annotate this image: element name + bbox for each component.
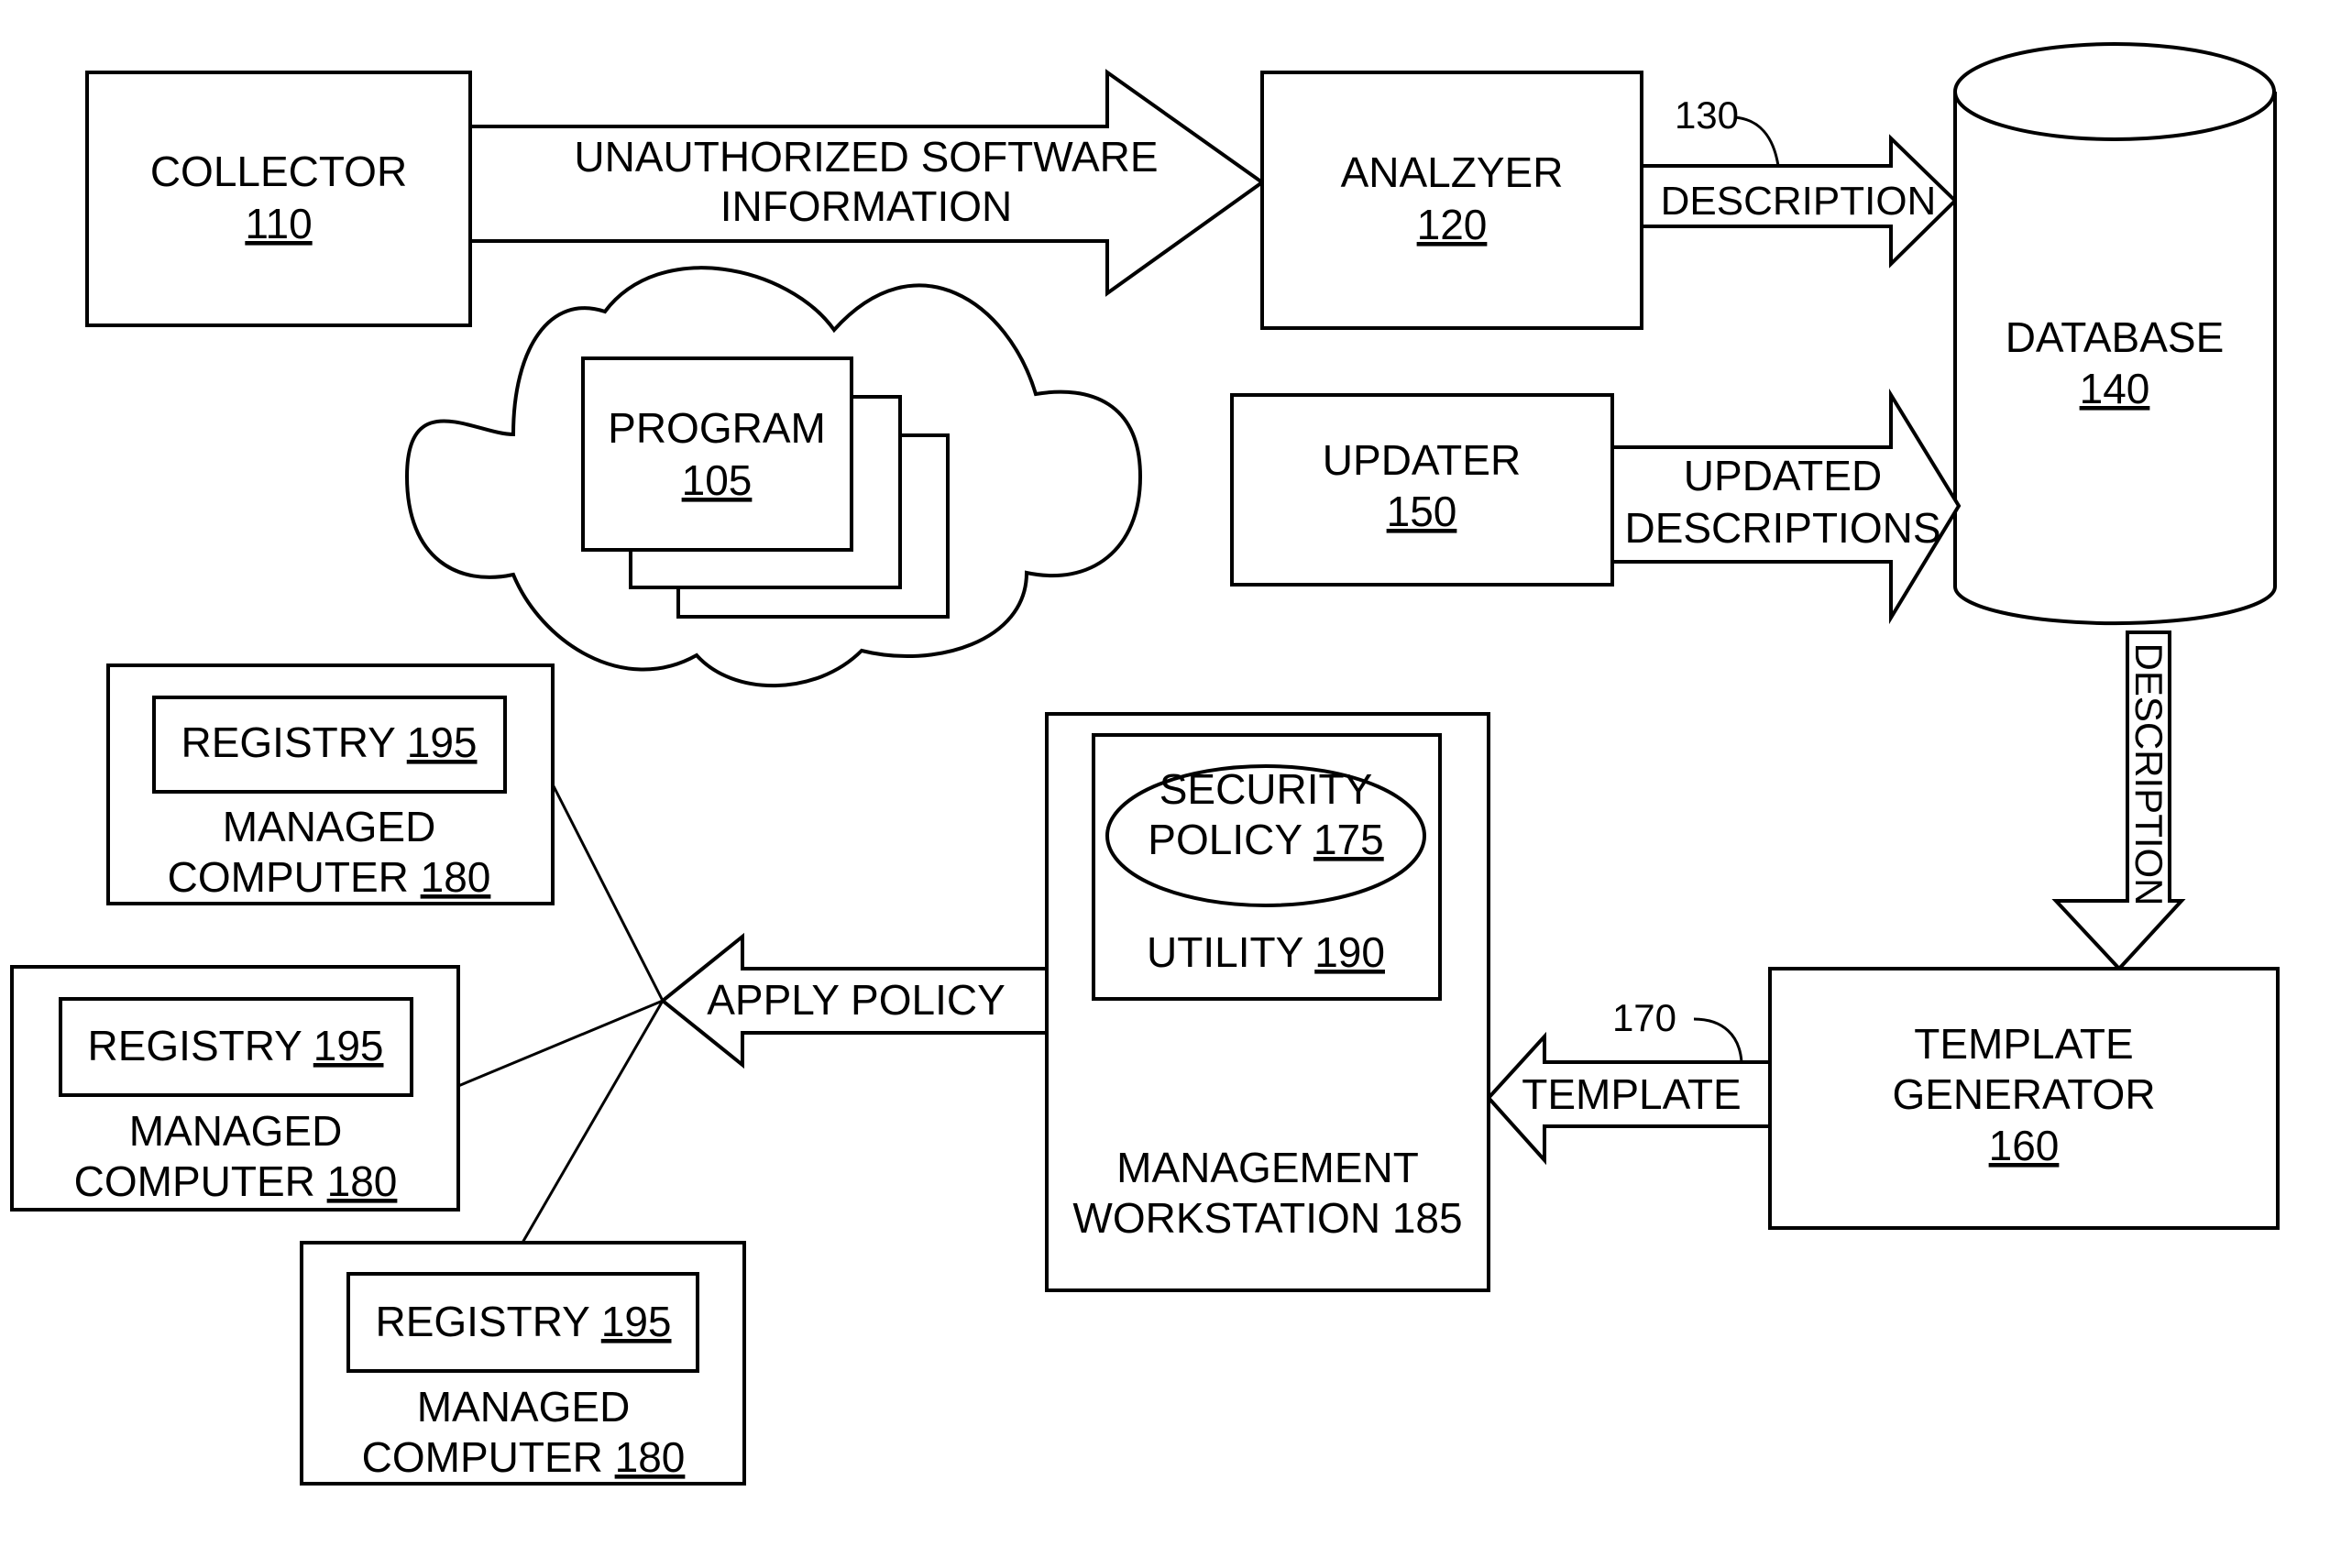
updater-ref: 150: [1387, 488, 1457, 535]
updated-descriptions-label-2: DESCRIPTIONS: [1624, 504, 1940, 552]
program-page-front: [581, 356, 853, 552]
managed-computer-2: REGISTRY 195 MANAGED COMPUTER 180: [10, 965, 460, 1212]
template-generator-ref: 160: [1989, 1122, 2060, 1169]
template-generator-label-2: GENERATOR: [1892, 1070, 2155, 1118]
description-down-arrow: DESCRIPTION: [2051, 630, 2186, 971]
management-workstation-label-1: MANAGEMENT: [1116, 1144, 1419, 1191]
apply-policy-label: APPLY POLICY: [707, 976, 1006, 1024]
ref-130: 130: [1675, 93, 1739, 137]
collector-node: COLLECTOR 110: [85, 71, 472, 327]
analyzer-ref: 120: [1417, 201, 1488, 248]
template-arrow-label: TEMPLATE: [1522, 1070, 1741, 1118]
collector-ref: 110: [245, 200, 312, 247]
updater-node: UPDATER 150: [1230, 393, 1614, 587]
program-stack: PROGRAM 105: [581, 356, 950, 619]
template-generator-label-1: TEMPLATE: [1914, 1020, 2133, 1068]
database-node: DATABASE 140: [1953, 42, 2277, 626]
ref-170: 170: [1612, 996, 1676, 1039]
registry-label: REGISTRY 195: [181, 718, 477, 766]
managed-computer-label-1: MANAGED: [129, 1107, 343, 1155]
managed-computer-1: REGISTRY 195 MANAGED COMPUTER 180: [106, 663, 555, 905]
program-label: PROGRAM: [608, 404, 826, 452]
template-arrow-170: TEMPLATE 170: [1486, 996, 1772, 1166]
leader-line-170: [1693, 1017, 1743, 1063]
analyzer-node: ANALZYER 120: [1260, 71, 1643, 330]
managed-computer-label-1: MANAGED: [223, 803, 436, 850]
patent-diagram: COLLECTOR 110 UNAUTHORIZED SOFTWARE INFO…: [10, 42, 2280, 1486]
updater-label: UPDATER: [1323, 436, 1521, 484]
database-label: DATABASE: [2006, 313, 2225, 361]
collector-label: COLLECTOR: [150, 148, 407, 195]
template-generator-node: TEMPLATE GENERATOR 160: [1768, 967, 2280, 1230]
unauthorized-info-arrow: UNAUTHORIZED SOFTWARE INFORMATION: [468, 69, 1266, 297]
management-workstation-node: SECURITY POLICY 175 UTILITY 190 MANAGEME…: [1045, 712, 1490, 1292]
database-ref: 140: [2080, 365, 2150, 412]
security-policy-label-2: POLICY 175: [1148, 816, 1383, 863]
managed-computer-label-2: COMPUTER 180: [362, 1433, 686, 1481]
managed-computer-label-1: MANAGED: [417, 1383, 631, 1431]
managed-computer-label-2: COMPUTER 180: [168, 853, 491, 901]
updated-descriptions-label-1: UPDATED: [1684, 452, 1882, 499]
management-workstation-label-2: WORKSTATION 185: [1072, 1194, 1462, 1242]
registry-label: REGISTRY 195: [375, 1298, 671, 1345]
unauthorized-info-label-2: INFORMATION: [720, 182, 1013, 230]
utility-label: UTILITY 190: [1147, 928, 1385, 976]
security-policy-label-1: SECURITY: [1160, 765, 1373, 813]
updated-descriptions-arrow: UPDATED DESCRIPTIONS: [1610, 388, 1962, 625]
managed-computer-label-2: COMPUTER 180: [74, 1157, 398, 1205]
leader-line-130: [1733, 115, 1780, 167]
unauthorized-info-label-1: UNAUTHORIZED SOFTWARE: [574, 133, 1158, 181]
description-down-label: DESCRIPTION: [2127, 642, 2171, 905]
apply-policy-arrow: APPLY POLICY: [659, 932, 1049, 1069]
registry-label: REGISTRY 195: [87, 1022, 383, 1069]
description-arrow-label: DESCRIPTION: [1661, 179, 1937, 224]
program-ref: 105: [682, 456, 753, 504]
managed-computer-3: REGISTRY 195 MANAGED COMPUTER 180: [300, 1241, 746, 1486]
analyzer-label: ANALZYER: [1341, 148, 1564, 196]
description-arrow-130: DESCRIPTION 130: [1640, 93, 1958, 269]
